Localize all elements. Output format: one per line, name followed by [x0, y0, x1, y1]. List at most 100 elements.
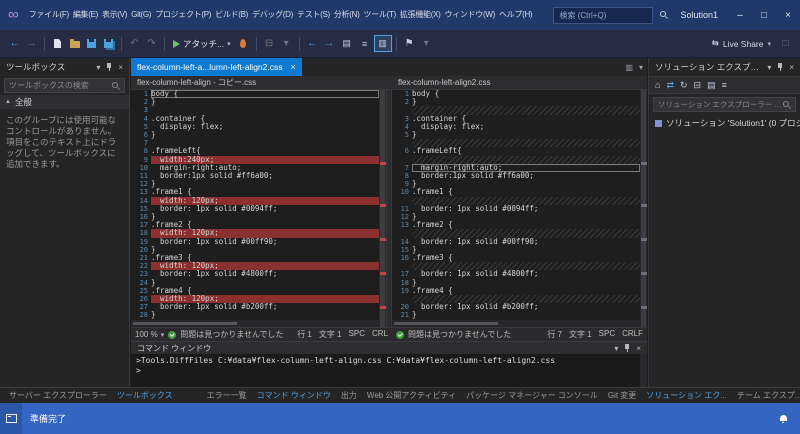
show-all-files-icon[interactable]: ▤ [707, 80, 716, 91]
toolbox-header[interactable]: ツールボックス ▾ × [0, 58, 129, 76]
menu-item-9[interactable]: 分析(N) [332, 0, 362, 30]
menu-item-12[interactable]: ウィンドウ(W) [443, 0, 497, 30]
diff-row-right[interactable]: 11 border: 1px solid #0094ff; [392, 204, 640, 213]
pin-icon[interactable] [623, 343, 631, 353]
tab-close-icon[interactable]: × [291, 62, 296, 72]
collapse-all-icon[interactable]: ⊟ [694, 80, 702, 91]
menu-item-13[interactable]: ヘルプ(H) [497, 0, 534, 30]
diff-row-right[interactable]: 2} [392, 98, 640, 107]
toolbox-search-input[interactable]: ツールボックスの検索 [4, 78, 125, 93]
undo-icon[interactable]: ↶ [127, 35, 142, 52]
panel-tab[interactable]: エラー一覧 [202, 388, 252, 403]
diff-row-left[interactable]: 15 border: 1px solid #0094ff; [131, 204, 379, 213]
document-tab[interactable]: flex-column-left-a...lumn-left-align2.cs… [131, 58, 302, 76]
panel-tab[interactable]: コマンド ウィンドウ [252, 388, 336, 403]
menu-item-4[interactable]: Git(G) [129, 0, 153, 30]
refresh-icon[interactable]: ↻ [680, 80, 688, 91]
navigate-forward-icon[interactable]: → [24, 35, 39, 52]
new-file-icon[interactable] [50, 35, 65, 52]
health-check-icon[interactable] [396, 330, 404, 339]
left-editor-pane[interactable]: 1 body {2} 3 4 .container {5 display: flex; 6… [131, 90, 386, 327]
menu-item-2[interactable]: 編集(E) [71, 0, 100, 30]
home-icon[interactable]: ⌂ [655, 80, 660, 90]
health-check-icon[interactable] [168, 330, 177, 339]
right-vertical-scrollbar[interactable] [640, 90, 647, 327]
close-icon[interactable]: × [789, 63, 794, 72]
left-vertical-scrollbar[interactable] [379, 90, 386, 327]
command-window-input[interactable]: >Tools.DiffFiles C:¥data¥flex-column-lef… [131, 354, 647, 387]
navigate-back-icon[interactable]: ← [7, 35, 22, 52]
close-button[interactable]: × [776, 0, 800, 30]
panel-tab[interactable]: ツールボックス [112, 388, 178, 403]
save-all-icon[interactable] [101, 35, 116, 52]
menu-item-5[interactable]: プロジェクト(P) [153, 0, 213, 30]
hot-reload-icon[interactable] [236, 35, 251, 52]
panel-tab[interactable]: サーバー エクスプローラー [4, 388, 112, 403]
minimize-button[interactable]: – [728, 0, 752, 30]
zoom-control[interactable]: 100 % ▾ [135, 330, 164, 339]
menu-item-6[interactable]: ビルド(B) [213, 0, 250, 30]
chevron-down-icon[interactable]: ▾ [614, 344, 618, 353]
menu-item-11[interactable]: 拡張機能(X) [398, 0, 443, 30]
notifications-bell-icon[interactable] [778, 414, 788, 424]
right-code-area[interactable]: 1 body {2} 3 .container {4 display: flex; 5}… [392, 90, 647, 320]
diff-row-left[interactable]: 19 border: 1px solid #00ff90; [131, 237, 379, 246]
diff-row-left[interactable]: 2} [131, 98, 379, 107]
next-difference-icon[interactable]: → [322, 35, 337, 52]
right-editor-pane[interactable]: 1 body {2} 3 .container {4 display: flex; 5}… [392, 90, 647, 327]
diff-row-right[interactable]: 10 .frame1 { [392, 188, 640, 197]
maximize-button[interactable]: □ [752, 0, 776, 30]
command-window-scrollbar[interactable] [640, 354, 647, 387]
menu-item-1[interactable]: ファイル(F) [27, 0, 71, 30]
open-file-icon[interactable] [67, 35, 82, 52]
diff-row-left[interactable]: 23 border: 1px solid #4800ff; [131, 270, 379, 279]
close-icon[interactable]: × [636, 344, 641, 353]
diff-row-left[interactable]: 28} [131, 311, 379, 320]
close-icon[interactable]: × [118, 63, 123, 72]
summary-view-toggle[interactable]: ▤ [338, 35, 356, 52]
scrollbar-thumb[interactable] [133, 322, 238, 325]
split-editor-icon[interactable]: ▥ [625, 63, 633, 72]
diff-row-left[interactable]: 27 border: 1px solid #b200ff; [131, 303, 379, 312]
chevron-down-icon[interactable]: ▾ [767, 63, 771, 72]
inline-view-toggle[interactable]: ≡ [356, 35, 374, 52]
panel-tab[interactable]: Git 変更 [603, 388, 641, 403]
sync-with-active-document-icon[interactable]: ⇄ [666, 80, 674, 91]
diff-row-right[interactable]: 4 display: flex; [392, 122, 640, 131]
right-horizontal-scrollbar[interactable] [392, 320, 640, 327]
diff-row-left[interactable]: 11 border:1px solid #ff6a00; [131, 171, 379, 180]
diff-row-right[interactable]: 16 .frame3 { [392, 253, 640, 262]
pin-icon[interactable] [105, 62, 113, 72]
diff-row-right[interactable]: 6 .frameLeft{ [392, 147, 640, 156]
scrollbar-thumb[interactable] [641, 90, 646, 327]
menu-item-3[interactable]: 表示(V) [100, 0, 129, 30]
quick-search-box[interactable]: 検索 (Ctrl+Q) [553, 6, 654, 24]
attach-debugger-button[interactable]: アタッチ... ▾ [169, 35, 235, 53]
diff-row-right[interactable]: 1 body { [392, 90, 640, 98]
diff-row-right[interactable]: 21} [392, 311, 640, 320]
diff-row-left[interactable]: 6} [131, 130, 379, 139]
pin-icon[interactable] [776, 62, 784, 72]
side-by-side-view-toggle[interactable]: ▥ [373, 35, 392, 52]
search-icon[interactable] [656, 7, 672, 24]
panel-tab[interactable]: Web 公開アクティビティ [362, 388, 461, 403]
panel-tab[interactable]: パッケージ マネージャー コンソール [461, 388, 603, 403]
build-configuration-icon[interactable]: ⊟ [262, 35, 277, 52]
diff-row-right[interactable]: 17 border: 1px solid #4800ff; [392, 270, 640, 279]
panel-tab[interactable]: 出力 [336, 388, 362, 403]
configuration-dropdown-icon[interactable]: ▾ [279, 35, 294, 52]
diff-row-right[interactable]: 5} [392, 130, 640, 139]
properties-icon[interactable]: ≡ [722, 80, 727, 90]
panel-tab[interactable]: ソリューション エク... [641, 388, 732, 403]
live-share-button[interactable]: ⇆ Live Share ▾ [706, 38, 777, 49]
menu-item-10[interactable]: ツール(T) [362, 0, 398, 30]
menu-item-7[interactable]: デバッグ(D) [250, 0, 295, 30]
diff-row-right[interactable]: 20 border: 1px solid #b200ff; [392, 303, 640, 312]
left-code-area[interactable]: 1 body {2} 3 4 .container {5 display: flex; 6… [131, 90, 386, 320]
diff-row-right[interactable]: 19 .frame4 { [392, 286, 640, 295]
bookmark-flag-icon[interactable]: ⚑ [402, 35, 417, 52]
save-icon[interactable] [84, 35, 99, 52]
feedback-icon[interactable]: □ [778, 35, 793, 52]
diff-row-right[interactable]: 14 border: 1px solid #00ff90; [392, 237, 640, 246]
more-toolbar-options-icon[interactable]: ▾ [419, 35, 434, 52]
